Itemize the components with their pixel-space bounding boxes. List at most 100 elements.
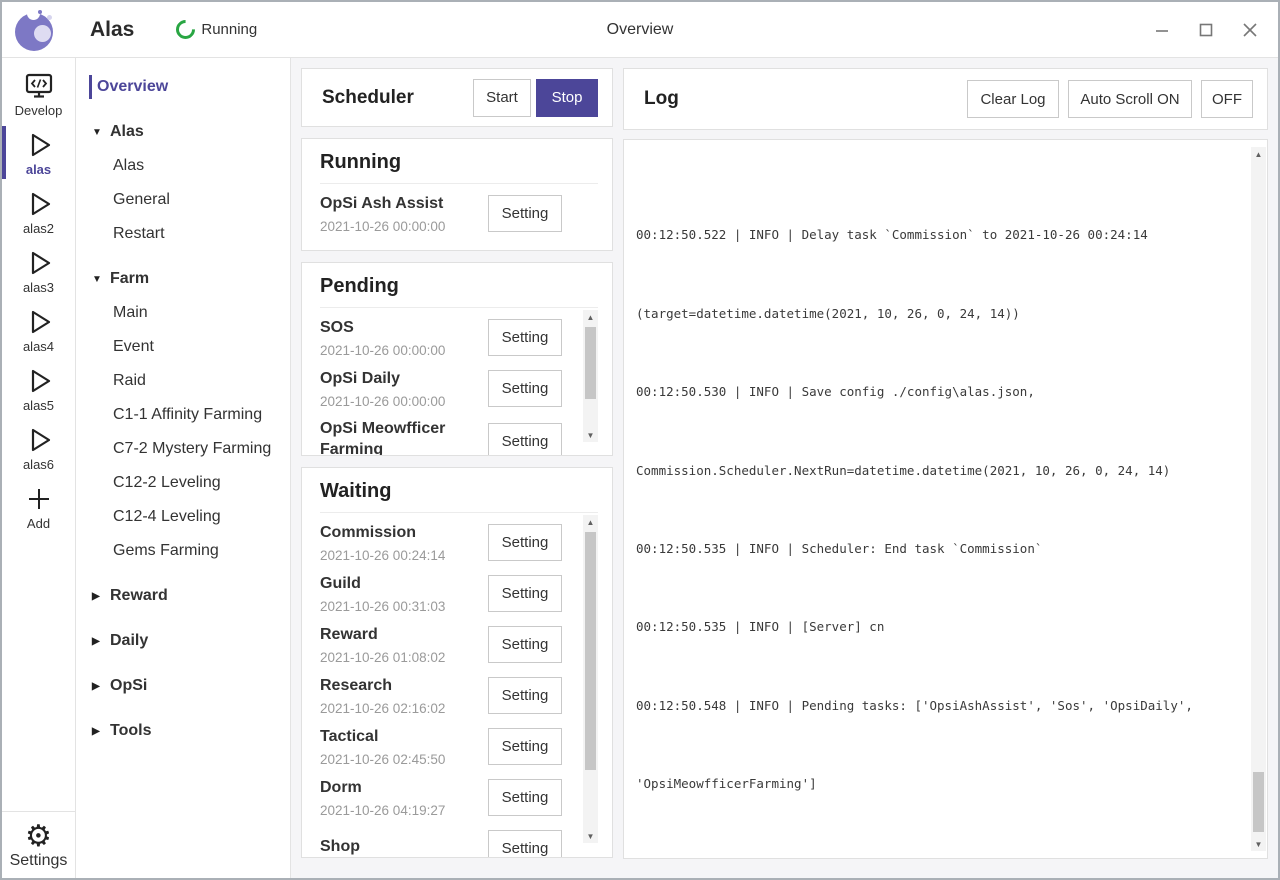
close-button[interactable]: [1228, 8, 1272, 52]
maximize-button[interactable]: [1184, 8, 1228, 52]
task-name: Guild: [320, 573, 488, 594]
task-setting-button[interactable]: Setting: [488, 779, 562, 816]
task-setting-button[interactable]: Setting: [488, 575, 562, 612]
tree-arrow-icon: ▶: [92, 681, 110, 692]
task-setting-button[interactable]: Setting: [488, 319, 562, 356]
task-setting-button[interactable]: Setting: [488, 195, 562, 232]
nav-menu-item[interactable]: C12-4 Leveling: [76, 500, 290, 534]
nav-menu-item[interactable]: ▶ Reward: [76, 579, 290, 613]
window-controls: [1140, 2, 1272, 58]
clear-log-button[interactable]: Clear Log: [967, 80, 1059, 118]
log-line: Commission.Scheduler.NextRun=datetime.da…: [636, 461, 1251, 481]
nav-menu-item[interactable]: General: [76, 183, 290, 217]
auto-scroll-off-button[interactable]: OFF: [1201, 80, 1253, 118]
scroll-up-arrow-icon[interactable]: ▲: [1251, 147, 1266, 161]
nav-menu-item[interactable]: ▶ OpSi: [76, 669, 290, 703]
rail-item-label: Add: [27, 516, 50, 531]
task-row: OpSi Daily 2021-10-26 00:00:00 Setting: [320, 361, 583, 412]
scroll-down-arrow-icon[interactable]: ▼: [583, 428, 598, 442]
task-next-run-time: 2021-10-26 01:08:02: [320, 650, 488, 665]
log-scrollbar[interactable]: ▲ ▼: [1251, 147, 1266, 851]
task-row: OpSi Meowfficer Farming Setting: [320, 412, 583, 455]
task-next-run-time: 2021-10-26 00:00:00: [320, 343, 488, 358]
nav-menu-item-label: C12-4 Leveling: [113, 508, 221, 526]
nav-menu-item-label: C1-1 Affinity Farming: [113, 406, 262, 424]
scheduler-panel: Scheduler Start Stop: [301, 68, 613, 127]
pending-scrollbar[interactable]: ▲ ▼: [583, 310, 598, 442]
scroll-up-arrow-icon[interactable]: ▲: [583, 515, 598, 529]
page-title: Overview: [607, 21, 674, 39]
nav-menu-item[interactable]: Gems Farming: [76, 534, 290, 568]
task-next-run-time: 2021-10-26 00:31:03: [320, 599, 488, 614]
rail-item-alas6[interactable]: alas6: [2, 418, 75, 477]
nav-menu-item-label: Main: [113, 304, 148, 322]
rail-item-alas2[interactable]: alas2: [2, 182, 75, 241]
nav-menu-item-label: C12-2 Leveling: [113, 474, 221, 492]
task-next-run-time: 2021-10-26 00:00:00: [320, 219, 488, 234]
rail-item-alas4[interactable]: alas4: [2, 300, 75, 359]
nav-menu-item[interactable]: Raid: [76, 364, 290, 398]
pending-task-list: SOS 2021-10-26 00:00:00 Setting OpSi Dai…: [320, 308, 583, 455]
start-button[interactable]: Start: [473, 79, 531, 117]
task-next-run-time: 2021-10-26 00:00:00: [320, 394, 488, 409]
waiting-scrollbar[interactable]: ▲ ▼: [583, 515, 598, 843]
log-line: 00:12:50.522 | INFO | Delay task `Commis…: [636, 225, 1251, 245]
task-setting-button[interactable]: Setting: [488, 830, 562, 857]
stop-button[interactable]: Stop: [536, 79, 598, 117]
play-icon: [24, 424, 54, 456]
task-setting-button[interactable]: Setting: [488, 626, 562, 663]
nav-menu-item[interactable]: C12-2 Leveling: [76, 466, 290, 500]
nav-menu-item[interactable]: Restart: [76, 217, 290, 251]
task-setting-button[interactable]: Setting: [488, 524, 562, 561]
log-line: 'OpsiMeowfficerFarming']: [636, 774, 1251, 794]
nav-menu-item[interactable]: ▼ Farm: [76, 262, 290, 296]
nav-menu-item[interactable]: Overview: [76, 70, 290, 104]
auto-scroll-on-button[interactable]: Auto Scroll ON: [1068, 80, 1192, 118]
instance-rail: Develop alas alas2 alas3: [2, 58, 76, 879]
nav-menu-item[interactable]: ▼ Alas: [76, 115, 290, 149]
nav-menu-item-label: OpSi: [110, 677, 147, 695]
scrollbar-thumb[interactable]: [585, 327, 596, 399]
task-next-run-time: 2021-10-26 04:19:27: [320, 803, 488, 818]
pending-title: Pending: [320, 275, 598, 308]
waiting-title: Waiting: [320, 480, 598, 513]
nav-menu-item[interactable]: Event: [76, 330, 290, 364]
task-setting-button[interactable]: Setting: [488, 423, 562, 455]
task-setting-button[interactable]: Setting: [488, 677, 562, 714]
nav-menu-item-label: Alas: [110, 123, 144, 141]
rail-item-alas5[interactable]: alas5: [2, 359, 75, 418]
rail-item-alas3[interactable]: alas3: [2, 241, 75, 300]
task-name: OpSi Daily: [320, 368, 488, 389]
nav-menu-item[interactable]: C7-2 Mystery Farming: [76, 432, 290, 466]
scroll-down-arrow-icon[interactable]: ▼: [583, 829, 598, 843]
scrollbar-thumb[interactable]: [1253, 772, 1264, 832]
rail-item-alas[interactable]: alas: [2, 123, 75, 182]
tree-arrow-icon: ▶: [92, 726, 110, 737]
running-spinner-icon: [172, 16, 199, 43]
scroll-up-arrow-icon[interactable]: ▲: [583, 310, 598, 324]
task-setting-button[interactable]: Setting: [488, 370, 562, 407]
rail-item-settings[interactable]: ⚙ Settings: [2, 811, 75, 879]
nav-menu-item[interactable]: ▶ Tools: [76, 714, 290, 748]
task-name: OpSi Meowfficer Farming: [320, 418, 488, 455]
app-window: Alas Running Overview: [0, 0, 1280, 880]
task-name: Commission: [320, 522, 488, 543]
task-setting-button[interactable]: Setting: [488, 728, 562, 765]
nav-menu-item[interactable]: Main: [76, 296, 290, 330]
rail-item-develop[interactable]: Develop: [2, 64, 75, 123]
nav-menu-item[interactable]: ▶ Daily: [76, 624, 290, 658]
rail-item-add[interactable]: Add: [2, 477, 75, 536]
gear-icon: ⚙: [25, 822, 52, 852]
task-row: Shop Setting: [320, 821, 583, 857]
scrollbar-thumb[interactable]: [585, 532, 596, 770]
scroll-down-arrow-icon[interactable]: ▼: [1251, 837, 1266, 851]
tree-arrow-icon: ▼: [92, 127, 110, 138]
main-content: Scheduler Start Stop Running OpSi Ash As…: [291, 58, 1278, 879]
nav-menu-item-label: Farm: [110, 270, 149, 288]
nav-menu-item[interactable]: Alas: [76, 149, 290, 183]
log-output: 00:12:50.522 | INFO | Delay task `Commis…: [636, 147, 1251, 851]
minimize-button[interactable]: [1140, 8, 1184, 52]
task-row: Tactical 2021-10-26 02:45:50 Setting: [320, 719, 583, 770]
nav-menu-item[interactable]: C1-1 Affinity Farming: [76, 398, 290, 432]
nav-menu-item-label: Daily: [110, 632, 148, 650]
